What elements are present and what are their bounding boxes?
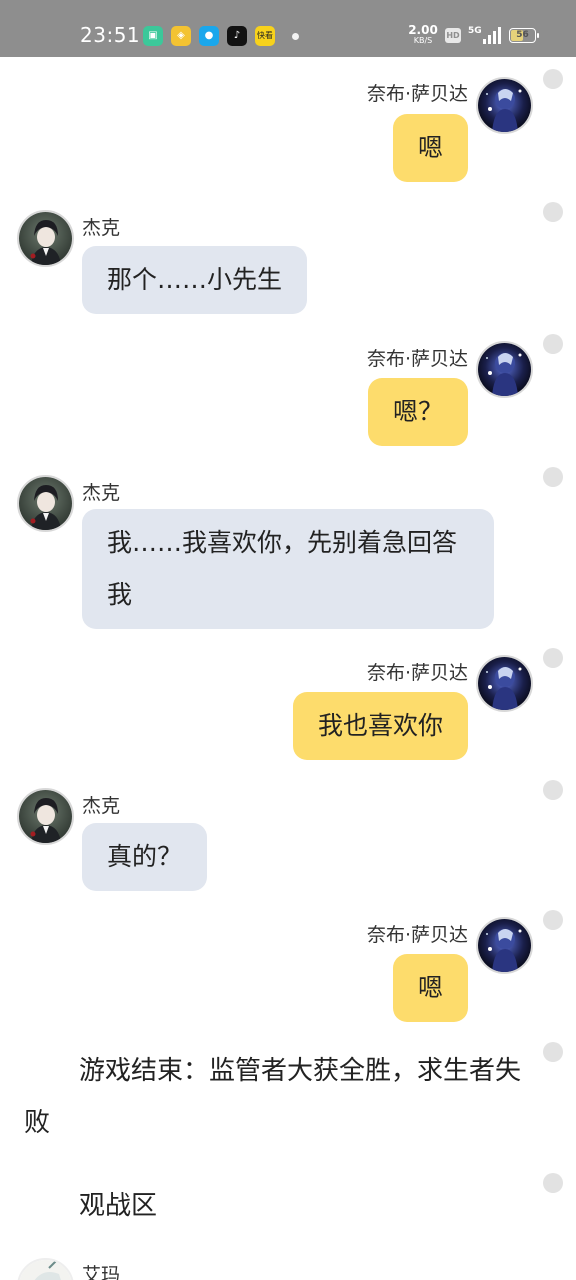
select-circle-icon[interactable] bbox=[543, 780, 563, 800]
message-right: 奈布·萨贝达 嗯 bbox=[0, 57, 576, 187]
hd-icon: HD bbox=[445, 28, 461, 43]
battery-icon: 56 bbox=[509, 28, 539, 43]
message-left: 杰克 我……我喜欢你，先别着急回答我 bbox=[0, 462, 576, 642]
naib-avatar[interactable] bbox=[476, 341, 533, 398]
select-circle-icon[interactable] bbox=[543, 1042, 563, 1062]
jack-avatar[interactable] bbox=[17, 475, 74, 532]
status-bar: 23:51 ▣ ◈ ● ♪ 快看 2.00 KB/S HD 5G 56 bbox=[0, 0, 576, 57]
select-circle-icon[interactable] bbox=[543, 467, 563, 487]
message-bubble[interactable]: 真的？ bbox=[82, 823, 208, 891]
sender-name: 奈布·萨贝达 bbox=[366, 348, 468, 370]
sender-name: 杰克 bbox=[82, 482, 121, 504]
message-left: 杰克 真的？ bbox=[0, 777, 576, 902]
jack-avatar[interactable] bbox=[17, 210, 74, 267]
network-speed-unit: KB/S bbox=[413, 36, 433, 45]
message-bubble[interactable]: 我也喜欢你 bbox=[292, 692, 468, 760]
message-bubble[interactable]: 那个……小先生 bbox=[82, 246, 308, 314]
network-speed-value: 2.00 bbox=[408, 23, 438, 37]
message-bubble[interactable]: 嗯 bbox=[392, 954, 468, 1022]
naib-avatar[interactable] bbox=[476, 917, 533, 974]
kuaikan-icon: 快看 bbox=[255, 26, 275, 46]
sender-name: 奈布·萨贝达 bbox=[366, 83, 468, 105]
system-text: 观战区 bbox=[79, 1191, 158, 1221]
notification-dot-icon bbox=[292, 33, 299, 40]
naib-avatar[interactable] bbox=[476, 77, 533, 134]
message-right: 奈布·萨贝达 嗯？ bbox=[0, 327, 576, 452]
battery-level: 56 bbox=[516, 30, 529, 40]
emma-avatar[interactable] bbox=[17, 1258, 74, 1280]
select-circle-icon[interactable] bbox=[543, 334, 563, 354]
tiktok-icon: ♪ bbox=[227, 26, 247, 46]
sender-name: 奈布·萨贝达 bbox=[366, 662, 468, 684]
select-circle-icon[interactable] bbox=[543, 69, 563, 89]
network-speed: 2.00 KB/S bbox=[408, 24, 438, 45]
message-left: 杰克 那个……小先生 bbox=[0, 197, 576, 322]
clock: 23:51 bbox=[80, 23, 141, 47]
sender-name: 杰克 bbox=[82, 795, 121, 817]
yellow-app-icon: ◈ bbox=[171, 26, 191, 46]
sender-name: 杰克 bbox=[82, 217, 121, 239]
message-left: 艾玛 bbox=[0, 1252, 576, 1280]
naib-avatar[interactable] bbox=[476, 655, 533, 712]
green-app-icon: ▣ bbox=[143, 26, 163, 46]
message-right: 奈布·萨贝达 嗯 bbox=[0, 907, 576, 1037]
sender-name: 奈布·萨贝达 bbox=[366, 924, 468, 946]
select-circle-icon[interactable] bbox=[543, 910, 563, 930]
jack-avatar[interactable] bbox=[17, 788, 74, 845]
message-bubble[interactable]: 嗯 bbox=[392, 114, 468, 182]
select-circle-icon[interactable] bbox=[543, 648, 563, 668]
system-message: 游戏结束：监管者大获全胜，求生者失败 bbox=[0, 1037, 576, 1157]
system-message: 观战区 bbox=[0, 1172, 576, 1242]
message-bubble[interactable]: 我……我喜欢你，先别着急回答我 bbox=[82, 509, 494, 629]
system-text: 游戏结束：监管者大获全胜，求生者失败 bbox=[24, 1056, 522, 1138]
chat-area[interactable]: 奈布·萨贝达 嗯 杰克 那个……小先生 奈布·萨贝达 嗯？ 杰克 我……我喜欢你… bbox=[0, 57, 576, 1280]
sender-name: 艾玛 bbox=[82, 1264, 121, 1280]
select-circle-icon[interactable] bbox=[543, 202, 563, 222]
message-right: 奈布·萨贝达 我也喜欢你 bbox=[0, 642, 576, 767]
signal-icon bbox=[480, 27, 501, 44]
message-bubble[interactable]: 嗯？ bbox=[367, 378, 468, 446]
select-circle-icon[interactable] bbox=[543, 1173, 563, 1193]
blue-app-icon: ● bbox=[199, 26, 219, 46]
